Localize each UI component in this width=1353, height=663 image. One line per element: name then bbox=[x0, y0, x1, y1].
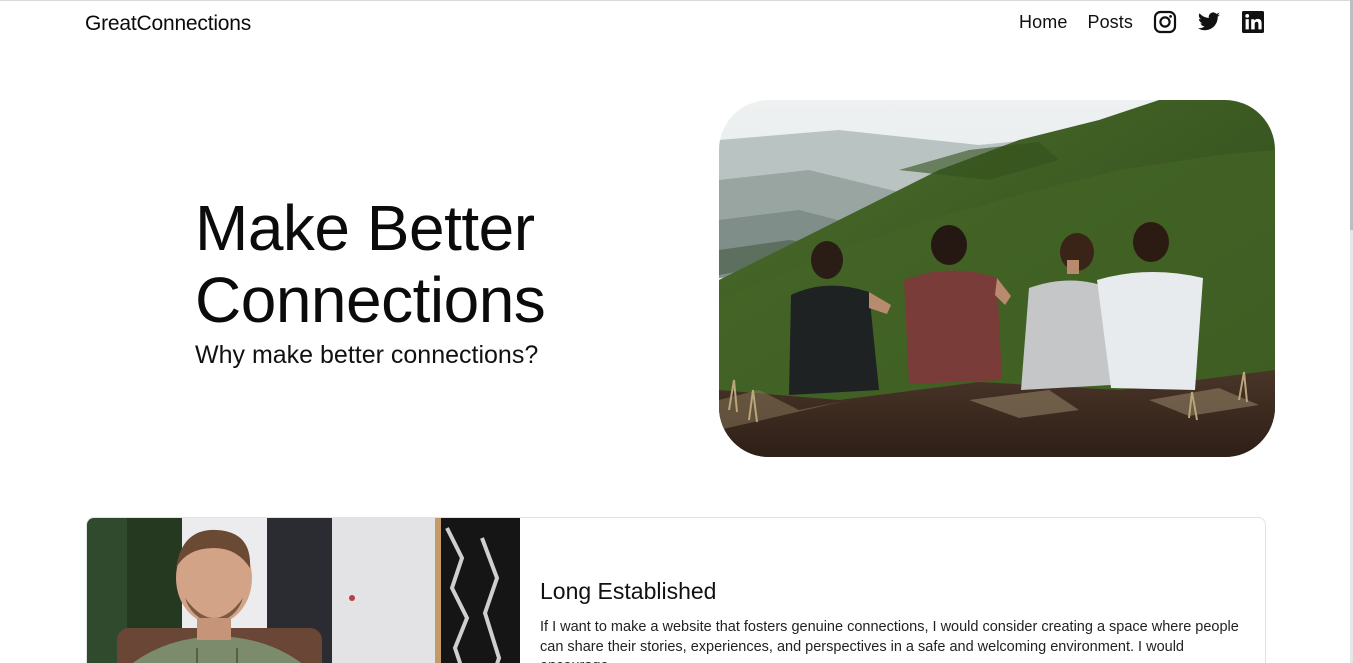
card-text: If I want to make a website that fosters… bbox=[540, 619, 1239, 663]
hero-image bbox=[719, 100, 1275, 457]
card-title: Long Established bbox=[540, 578, 717, 604]
linkedin-icon[interactable] bbox=[1241, 10, 1265, 34]
card-image bbox=[87, 518, 520, 663]
card-body: Long Established If I want to make a web… bbox=[540, 576, 1240, 663]
card-image-illustration bbox=[87, 518, 520, 663]
twitter-icon[interactable] bbox=[1197, 10, 1221, 34]
brand-logo[interactable]: GreatConnections bbox=[85, 12, 251, 36]
instagram-glyph bbox=[1153, 10, 1177, 34]
nav-home-link[interactable]: Home bbox=[1019, 12, 1067, 33]
feature-card: Long Established If I want to make a web… bbox=[86, 517, 1266, 663]
hero-subtitle: Why make better connections? bbox=[195, 341, 539, 369]
twitter-glyph bbox=[1198, 12, 1220, 31]
hero-image-illustration bbox=[719, 100, 1275, 457]
hero-text: Make Better Connections Why make better … bbox=[195, 192, 675, 370]
page: GreatConnections Home Posts Make Better … bbox=[0, 0, 1353, 663]
instagram-icon[interactable] bbox=[1153, 10, 1177, 34]
hero-title: Make Better Connections bbox=[195, 192, 546, 336]
linkedin-glyph bbox=[1242, 11, 1264, 33]
nav-posts-link[interactable]: Posts bbox=[1087, 12, 1133, 33]
top-border bbox=[0, 0, 1353, 1]
main-nav: Home Posts bbox=[1019, 10, 1265, 34]
